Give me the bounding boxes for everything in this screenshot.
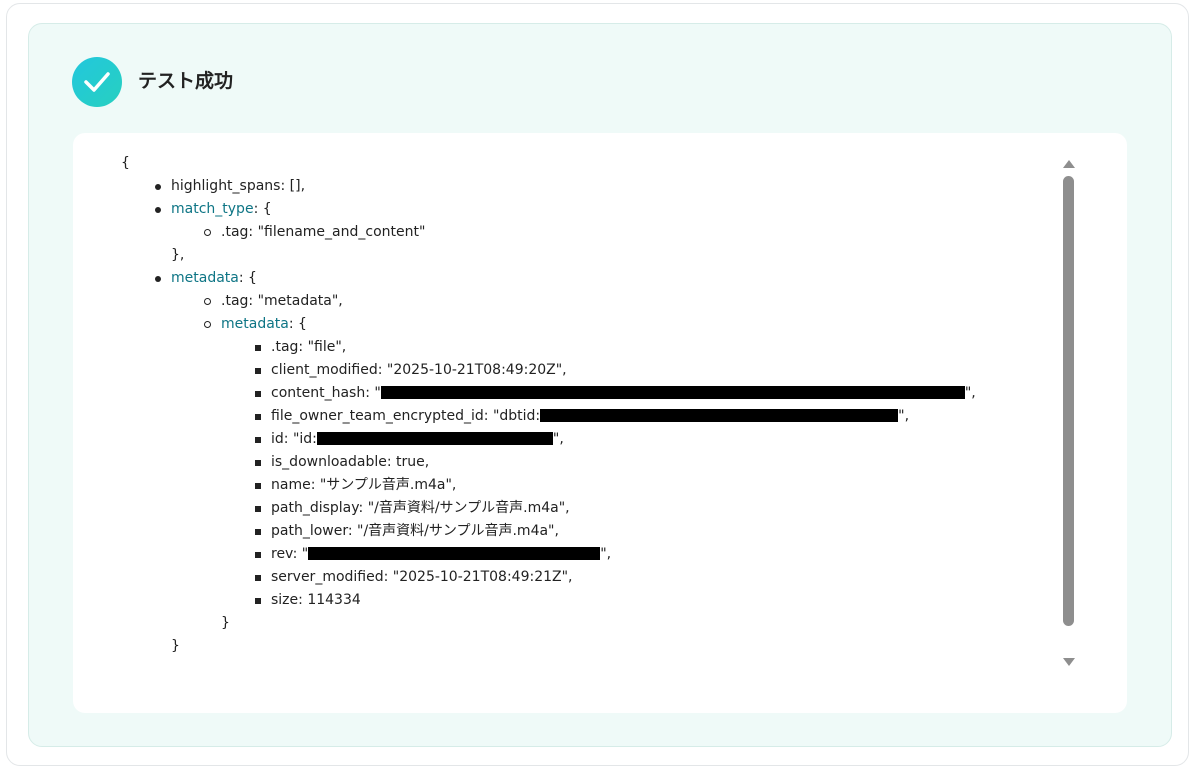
bullet-square <box>255 506 261 512</box>
highlight-spans-line: highlight_spans: [], <box>171 178 306 194</box>
inner-metadata-open: : { <box>288 316 307 332</box>
bullet-square <box>255 529 261 535</box>
match-type-key[interactable]: match_type <box>171 201 254 217</box>
field-content-hash: content_hash: " ", <box>271 383 976 403</box>
redacted-block <box>316 432 553 445</box>
match-type-open: : { <box>253 201 272 217</box>
content-hash-suffix: ", <box>964 385 976 401</box>
bullet-square <box>255 345 261 351</box>
redacted-block <box>540 409 899 422</box>
id-suffix: ", <box>552 431 564 447</box>
bullet-square <box>255 437 261 443</box>
bullet-disc <box>155 276 161 282</box>
field-path-display: path_display: "/音声資料/サンプル音声.m4a", <box>271 500 570 516</box>
bullet-square <box>255 552 261 558</box>
bullet-circle <box>204 298 211 305</box>
inner-metadata-key[interactable]: metadata <box>221 316 289 332</box>
open-brace: { <box>121 155 130 171</box>
bullet-disc <box>155 207 161 213</box>
match-type-close: }, <box>171 247 185 263</box>
match-type-tag-line: .tag: "filename_and_content" <box>221 224 426 240</box>
metadata-open: : { <box>238 270 257 286</box>
match-type-line: match_type: { <box>171 199 272 219</box>
bullet-square <box>255 368 261 374</box>
vertical-scrollbar[interactable] <box>1062 155 1076 671</box>
field-server-modified: server_modified: "2025-10-21T08:49:21Z", <box>271 569 573 585</box>
bullet-square <box>255 483 261 489</box>
bullet-square <box>255 414 261 420</box>
content-hash-prefix: content_hash: " <box>271 385 381 401</box>
bullet-disc <box>155 184 161 190</box>
outer-close-brace: } <box>171 638 180 654</box>
check-circle-icon <box>72 57 122 107</box>
bullet-square <box>255 575 261 581</box>
field-is-downloadable: is_downloadable: true, <box>271 454 430 470</box>
field-name: name: "サンプル音声.m4a", <box>271 477 457 493</box>
bullet-circle <box>204 321 211 328</box>
metadata-tag-line: .tag: "metadata", <box>221 293 343 309</box>
redacted-block <box>308 547 601 560</box>
inner-metadata-line: metadata: { <box>221 314 307 334</box>
inner-close-brace: } <box>221 615 230 631</box>
field-client-modified: client_modified: "2025-10-21T08:49:20Z", <box>271 362 567 378</box>
bullet-square <box>255 460 261 466</box>
rev-suffix: ", <box>600 546 612 562</box>
file-owner-suffix: ", <box>898 408 910 424</box>
scroll-up-arrow-icon[interactable] <box>1062 159 1076 169</box>
field-file-owner: file_owner_team_encrypted_id: "dbtid: ", <box>271 406 909 426</box>
json-output-box[interactable]: { highlight_spans: [], match_type: { .ta… <box>73 133 1127 713</box>
bullet-square <box>255 598 261 604</box>
metadata-line: metadata: { <box>171 268 257 288</box>
field-id: id: "id: ", <box>271 429 564 449</box>
scroll-down-arrow-icon[interactable] <box>1062 657 1076 667</box>
scrollbar-thumb[interactable] <box>1063 176 1074 626</box>
metadata-key[interactable]: metadata <box>171 270 239 286</box>
field-rev: rev: " ", <box>271 544 611 564</box>
json-tree: { highlight_spans: [], match_type: { .ta… <box>73 133 1063 713</box>
id-prefix: id: "id: <box>271 431 317 447</box>
status-title: テスト成功 <box>138 70 234 92</box>
file-owner-prefix: file_owner_team_encrypted_id: "dbtid: <box>271 408 541 424</box>
field-tag: .tag: "file", <box>271 339 347 355</box>
bullet-circle <box>204 229 211 236</box>
field-size: size: 114334 <box>271 592 361 608</box>
bullet-square <box>255 391 261 397</box>
field-path-lower: path_lower: "/音声資料/サンプル音声.m4a", <box>271 523 559 539</box>
redacted-block <box>380 386 965 399</box>
rev-prefix: rev: " <box>271 546 309 562</box>
